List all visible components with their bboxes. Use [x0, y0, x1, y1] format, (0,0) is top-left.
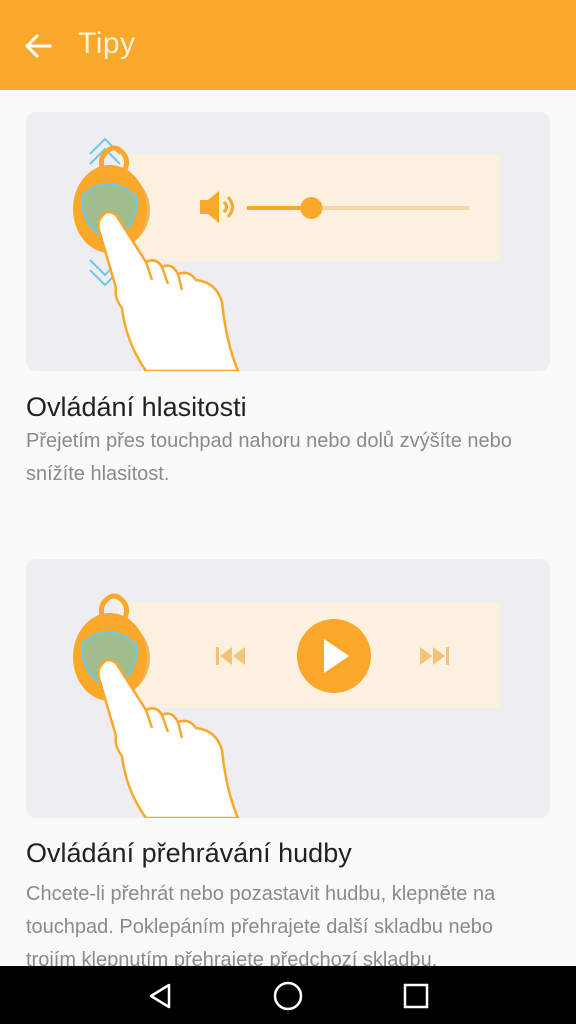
nav-home-button[interactable]: [266, 974, 310, 1018]
tip-description-music: Chcete-li přehrát nebo pozastavit hudbu,…: [26, 883, 496, 966]
nav-recents-icon: [403, 983, 429, 1009]
app-bar: Tipy: [0, 0, 576, 90]
play-icon: [297, 619, 371, 693]
nav-back-button[interactable]: [138, 974, 182, 1018]
music-playback-illustration: [26, 559, 550, 818]
tip-title-volume: Ovládání hlasitosti: [26, 392, 247, 422]
tip-description-volume: Přejetím přes touchpad nahoru nebo dolů …: [26, 430, 512, 485]
navigation-bar: [0, 966, 576, 1024]
back-button[interactable]: [12, 20, 64, 72]
arrow-left-icon: [24, 33, 52, 59]
tips-list[interactable]: Ovládání hlasitosti Přejetím přes touchp…: [0, 90, 576, 966]
nav-home-icon: [273, 981, 303, 1011]
tip-title-music: Ovládání přehrávání hudby: [26, 838, 352, 868]
nav-back-icon: [149, 983, 171, 1009]
volume-thumb: [300, 197, 323, 219]
volume-swipe-illustration: [26, 112, 550, 371]
nav-recents-button[interactable]: [394, 974, 438, 1018]
page-title: Tipy: [78, 27, 136, 60]
